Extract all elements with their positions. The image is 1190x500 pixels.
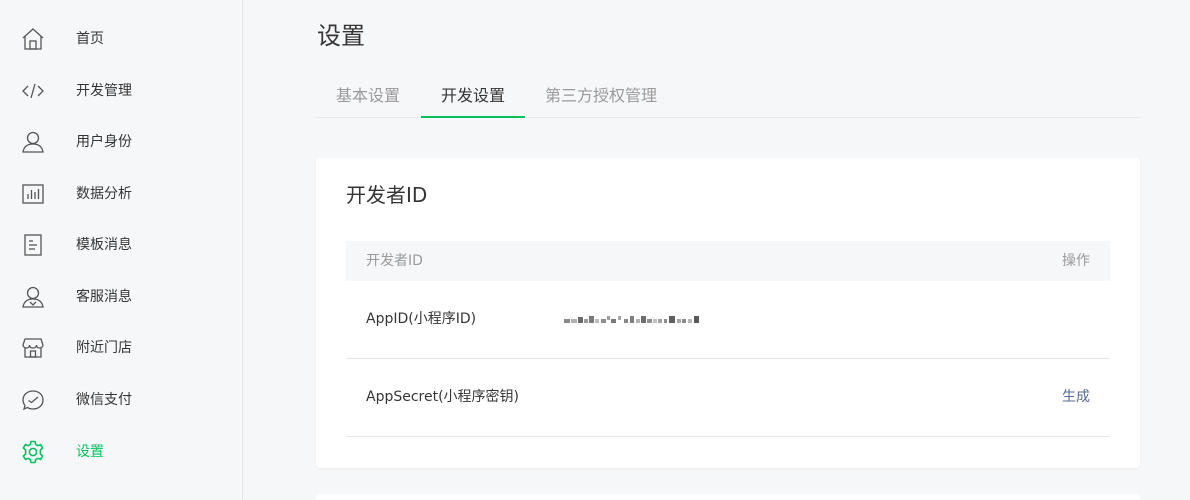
sidebar-item-label: 首页 [76,31,104,47]
sidebar-item-settings[interactable]: 设置 [0,426,242,478]
tab-bar: 基本设置 开发设置 第三方授权管理 [316,74,1140,118]
store-icon [20,335,46,361]
sidebar-item-label: 用户身份 [76,134,132,150]
appid-label: AppID(小程序ID) [366,311,477,327]
generate-secret-link[interactable]: 生成 [1062,359,1090,436]
sidebar-item-template-messages[interactable]: 模板消息 [0,219,242,271]
table-row-appsecret: AppSecret(小程序密钥) 生成 [346,359,1110,437]
masked-value-icon [564,316,699,323]
sidebar-item-home[interactable]: 首页 [0,13,242,65]
developer-id-card: 开发者ID 开发者ID 操作 AppID(小程序ID) AppSecret(小程… [316,158,1140,468]
sidebar-item-wechat-pay[interactable]: 微信支付 [0,374,242,426]
appsecret-label: AppSecret(小程序密钥) [366,389,520,405]
sidebar-item-customer-service[interactable]: 客服消息 [0,271,242,323]
appid-masked-value [564,312,704,328]
home-icon [20,26,46,52]
column-header-developer-id: 开发者ID [366,253,423,269]
card-title: 开发者ID [346,183,428,207]
sidebar-item-label: 附近门店 [76,340,132,356]
tab-dev-settings[interactable]: 开发设置 [421,74,525,118]
table-header: 开发者ID 操作 [346,241,1110,281]
app-window: 首页 开发管理 用户身份 数据分析 模板消息 客服消息 附近门店 微信支付 设置… [0,0,1190,500]
document-icon [20,232,46,258]
sidebar-item-label: 数据分析 [76,186,132,202]
tab-third-party-auth[interactable]: 第三方授权管理 [526,74,676,117]
code-icon [20,78,46,104]
customer-service-icon [20,284,46,310]
sidebar-item-label: 设置 [76,444,104,460]
sidebar-item-label: 微信支付 [76,392,132,408]
sidebar-item-label: 客服消息 [76,289,132,305]
wechat-pay-icon [20,387,46,413]
sidebar-item-label: 模板消息 [76,237,132,253]
gear-icon [20,439,46,465]
next-card-edge [316,494,1140,500]
page-title: 设置 [317,22,365,50]
sidebar-item-label: 开发管理 [76,83,132,99]
sidebar-item-nearby-stores[interactable]: 附近门店 [0,322,242,374]
sidebar: 首页 开发管理 用户身份 数据分析 模板消息 客服消息 附近门店 微信支付 设置 [0,0,243,500]
sidebar-item-user-identity[interactable]: 用户身份 [0,116,242,168]
user-icon [20,129,46,155]
main-content: 设置 基本设置 开发设置 第三方授权管理 开发者ID 开发者ID 操作 AppI… [243,0,1190,500]
developer-id-table: 开发者ID 操作 AppID(小程序ID) AppSecret(小程序密钥) 生… [346,241,1110,437]
table-row-appid: AppID(小程序ID) [346,281,1110,359]
tab-basic-settings[interactable]: 基本设置 [316,74,420,117]
sidebar-item-data-analysis[interactable]: 数据分析 [0,168,242,220]
chart-icon [20,181,46,207]
sidebar-item-dev-management[interactable]: 开发管理 [0,65,242,117]
column-header-action: 操作 [1062,253,1090,269]
